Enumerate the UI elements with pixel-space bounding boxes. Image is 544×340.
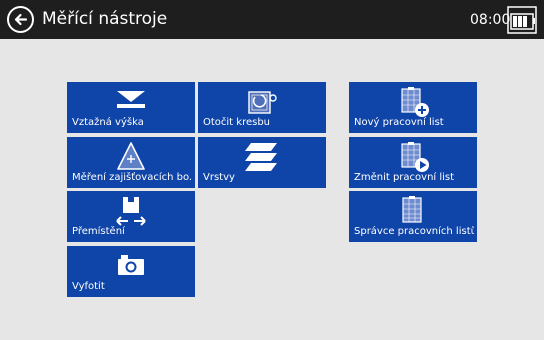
tile-worksheet-manager[interactable]: Správce pracovních listů [349, 191, 477, 242]
tile-photo[interactable]: Vyfotit [67, 246, 195, 297]
worksheet-manager-icon [402, 196, 422, 223]
tile-label: Otočit kresbu [203, 117, 271, 128]
rotate-drawing-icon [248, 91, 277, 114]
tile-layers[interactable]: Vrstvy [198, 137, 326, 188]
camera-icon [118, 255, 144, 275]
tile-move[interactable]: Přemístění [67, 191, 195, 242]
tile-label: Správce pracovních listů [354, 226, 474, 237]
tile-label: Vyfotit [72, 281, 105, 292]
triangle-point-icon [117, 142, 145, 170]
tile-label: Přemístění [72, 226, 125, 237]
tile-reference-height[interactable]: Vztažná výška [67, 82, 195, 133]
tile-label: Nový pracovní list [354, 117, 444, 128]
tile-new-worksheet[interactable]: Nový pracovní list [349, 82, 477, 133]
tile-label: Vrstvy [203, 172, 235, 183]
move-icon [116, 197, 146, 226]
tile-rotate-drawing[interactable]: Otočit kresbu [198, 82, 326, 133]
change-worksheet-icon [401, 142, 429, 172]
tile-measure-points[interactable]: Měření zajišťovacích bo... [67, 137, 195, 188]
page-title: Měřící nástroje [42, 9, 168, 29]
new-worksheet-icon [401, 87, 429, 117]
tile-label: Vztažná výška [72, 117, 144, 128]
tile-change-worksheet[interactable]: Změnit pracovní list [349, 137, 477, 188]
tile-label: Měření zajišťovacích bo... [72, 172, 192, 183]
battery-icon [507, 6, 537, 34]
back-button[interactable] [7, 6, 34, 33]
tile-label: Změnit pracovní list [354, 172, 455, 183]
reference-height-icon [117, 91, 145, 108]
layers-icon [245, 143, 277, 171]
title-bar: Měřící nástroje 08:00 [0, 0, 544, 39]
back-arrow-icon [14, 13, 28, 26]
clock: 08:00 [470, 12, 511, 28]
